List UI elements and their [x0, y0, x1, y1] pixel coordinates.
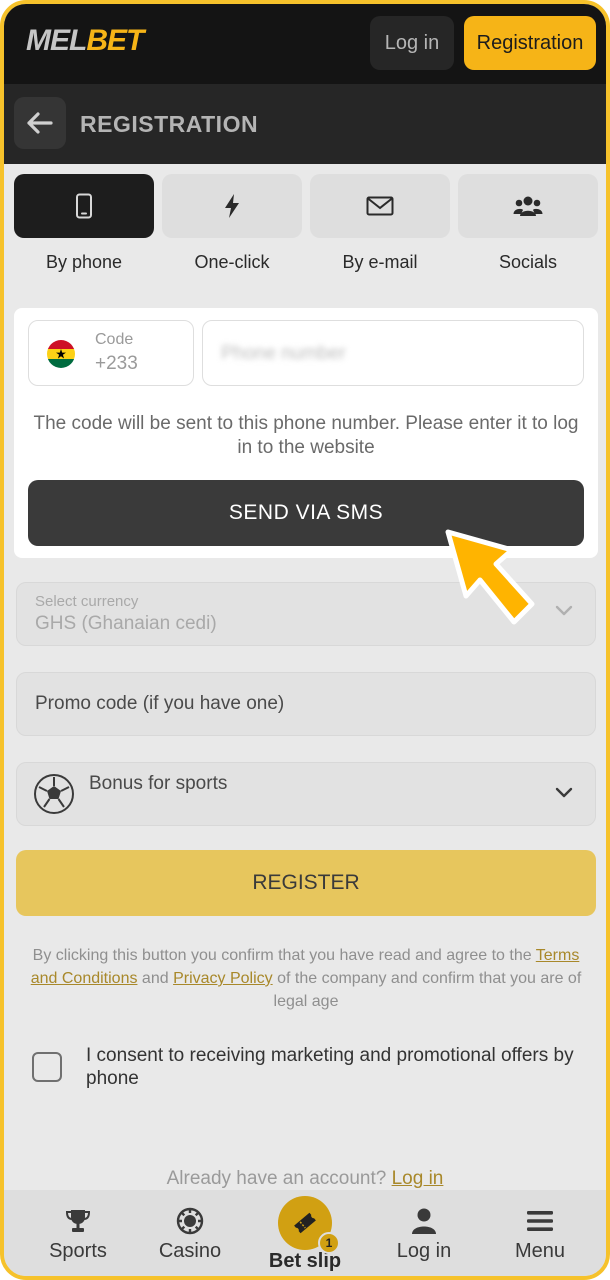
page-title: REGISTRATION — [80, 111, 259, 137]
chevron-down-icon — [555, 605, 573, 616]
page-header: REGISTRATION — [4, 84, 606, 164]
nav-casino[interactable]: Casino — [140, 1206, 240, 1263]
phone-number-field[interactable] — [202, 320, 584, 386]
already-text: Already have an account? — [166, 1168, 392, 1189]
promo-code-field[interactable]: Promo code (if you have one) — [16, 672, 596, 736]
tab-label-socials: Socials — [498, 252, 558, 272]
nav-sports[interactable]: Sports — [28, 1206, 128, 1263]
nav-label-sports: Sports — [49, 1240, 107, 1262]
nav-label-login: Log in — [396, 1240, 452, 1262]
tab-by-phone[interactable] — [14, 174, 154, 238]
pointer-arrow-icon — [445, 529, 535, 625]
nav-label-casino: Casino — [158, 1240, 222, 1262]
marketing-consent-label: I consent to receiving marketing and pro… — [86, 1045, 574, 1089]
app-frame: MELBET Log in Registration REGISTRATION … — [0, 0, 610, 1280]
terms-suffix: of the company and confirm that you are … — [272, 970, 582, 1010]
terms-and: and — [137, 970, 174, 987]
phone-registration-card: Code +233 The code will be sent to this … — [14, 308, 598, 558]
bet-slip-badge: 1 — [318, 1232, 340, 1254]
lightning-icon — [225, 194, 239, 218]
already-login-link[interactable]: Log in — [392, 1168, 444, 1189]
nav-bet-slip[interactable]: 1 Bet slip — [250, 1196, 360, 1273]
currency-label: Select currency — [35, 593, 139, 610]
marketing-consent-checkbox[interactable] — [32, 1052, 62, 1082]
tab-label-by-phone: By phone — [45, 252, 123, 272]
bottom-navigation: Sports Casino 1 Bet slip Log in Menu — [4, 1190, 606, 1276]
top-bar: MELBET Log in Registration — [4, 4, 606, 84]
already-have-account: Already have an account? Log in — [4, 1168, 606, 1190]
privacy-policy-link[interactable]: Privacy Policy — [173, 970, 273, 987]
trophy-icon — [65, 1210, 91, 1232]
tab-by-email[interactable] — [310, 174, 450, 238]
tab-socials[interactable] — [458, 174, 598, 238]
back-button[interactable] — [14, 97, 66, 149]
country-code-selector[interactable]: Code +233 — [28, 320, 194, 386]
registration-method-tabs: By phone One-click By e-mail Socials — [14, 174, 598, 284]
arrow-left-icon — [27, 112, 53, 134]
register-button[interactable]: REGISTER — [16, 850, 596, 916]
nav-login[interactable]: Log in — [374, 1206, 474, 1263]
logo-mel: MEL — [26, 24, 87, 57]
bonus-select[interactable]: Bonus for sports — [16, 762, 596, 826]
terms-prefix: By clicking this button you confirm that… — [32, 947, 536, 964]
logo-bet: BET — [86, 24, 144, 57]
envelope-icon — [366, 196, 394, 216]
tab-one-click[interactable] — [162, 174, 302, 238]
tab-label-one-click: One-click — [194, 252, 270, 272]
hamburger-menu-icon — [527, 1211, 553, 1231]
soccer-ball-icon — [34, 774, 74, 814]
top-login-button[interactable]: Log in — [370, 16, 454, 70]
ticket-icon — [294, 1212, 316, 1234]
user-icon — [412, 1208, 436, 1234]
casino-chip-icon — [176, 1207, 204, 1235]
terms-text: By clicking this button you confirm that… — [18, 944, 594, 1013]
melbet-logo[interactable]: MELBET — [26, 24, 144, 58]
sms-hint-text: The code will be sent to this phone numb… — [33, 413, 579, 458]
tab-label-by-email: By e-mail — [342, 252, 418, 272]
users-icon — [513, 196, 543, 216]
nav-menu[interactable]: Menu — [490, 1206, 590, 1263]
chevron-down-icon — [555, 787, 573, 798]
nav-label-bet-slip: Bet slip — [268, 1250, 342, 1272]
currency-value: GHS (Ghanaian cedi) — [35, 613, 217, 634]
smartphone-icon — [76, 193, 92, 219]
code-label: Code — [95, 331, 134, 348]
code-value: +233 — [95, 353, 138, 374]
promo-code-placeholder: Promo code (if you have one) — [35, 693, 285, 714]
nav-label-menu: Menu — [514, 1240, 566, 1262]
phone-number-input[interactable] — [221, 339, 561, 369]
ghana-flag-icon — [47, 340, 75, 368]
top-registration-button[interactable]: Registration — [464, 16, 596, 70]
bonus-label: Bonus for sports — [89, 773, 228, 794]
